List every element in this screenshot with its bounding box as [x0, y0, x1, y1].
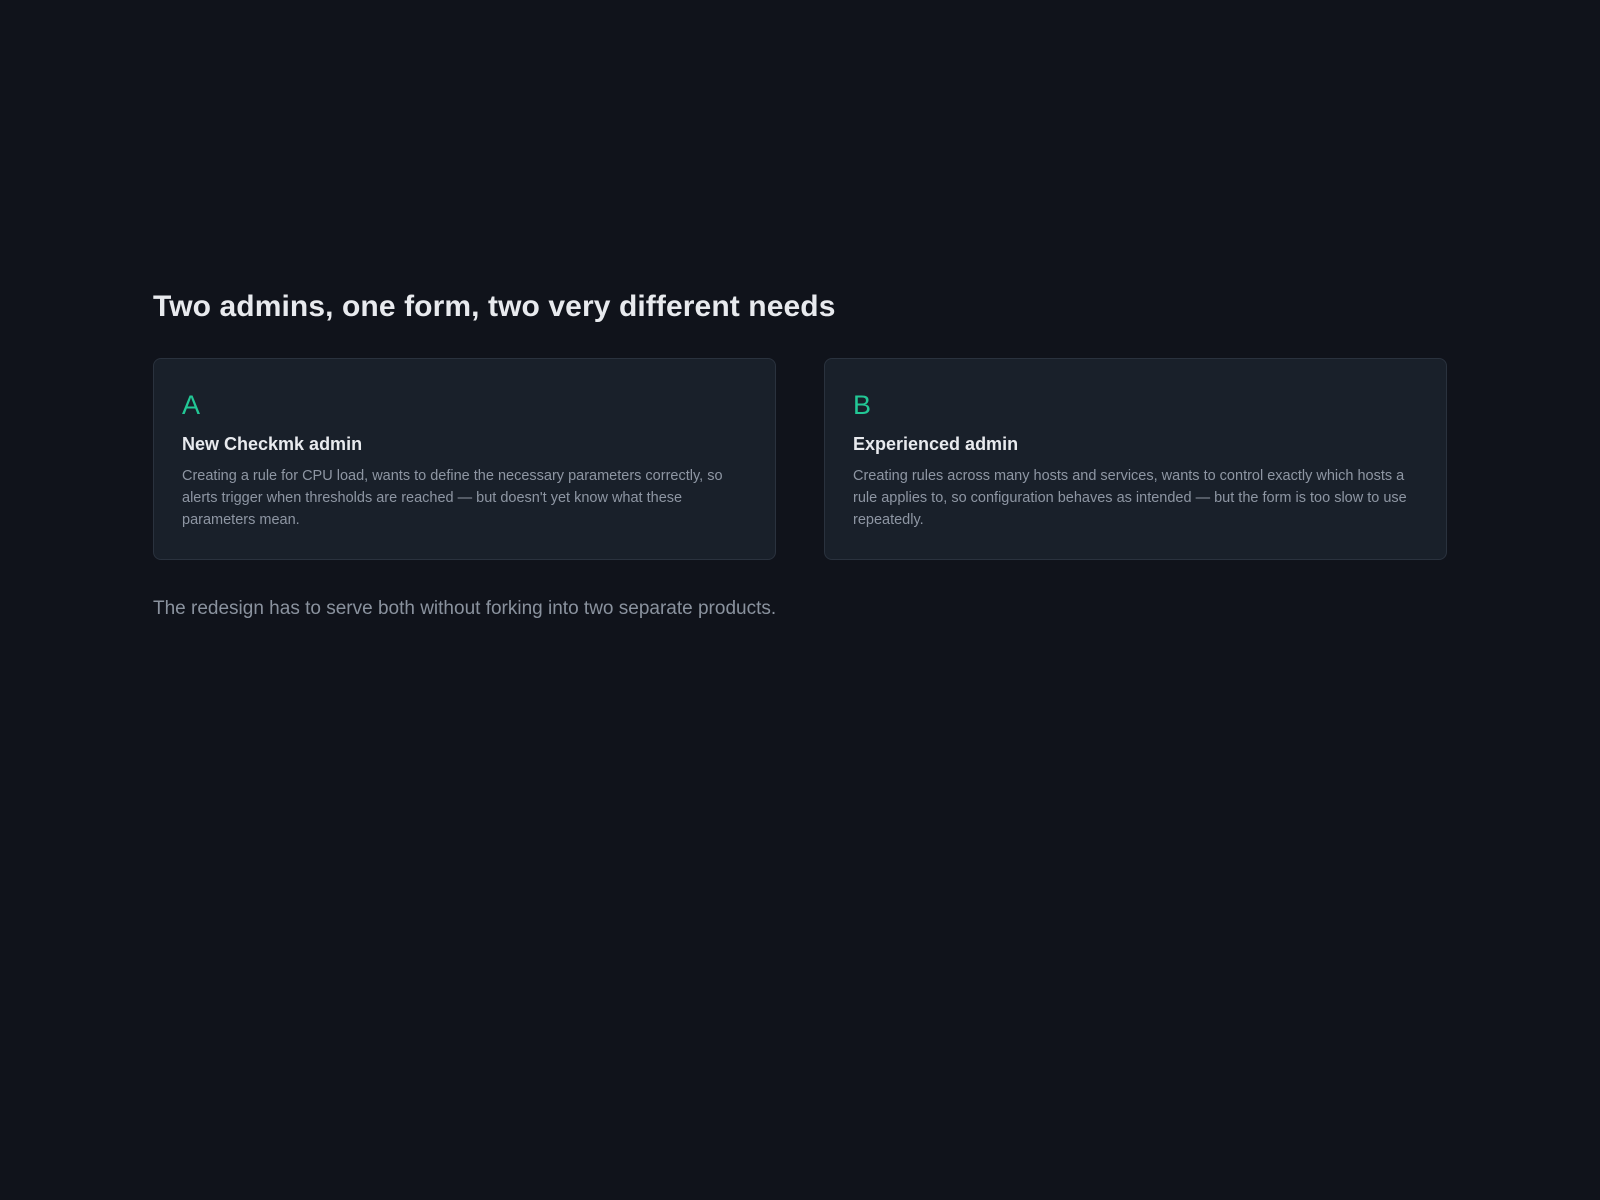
persona-card-b: B Experienced admin Creating rules acros… [824, 358, 1447, 560]
slide-content: Two admins, one form, two very different… [153, 288, 1447, 622]
persona-card-a: A New Checkmk admin Creating a rule for … [153, 358, 776, 560]
persona-title: New Checkmk admin [182, 434, 363, 454]
persona-letter: B [853, 390, 872, 420]
page-title: Two admins, one form, two very different… [153, 290, 836, 323]
persona-cards: A New Checkmk admin Creating a rule for … [153, 358, 1447, 560]
persona-title: Experienced admin [853, 434, 1019, 454]
summary-note: The redesign has to serve both without f… [153, 598, 777, 619]
persona-letter: A [182, 390, 201, 420]
persona-description: Creating a rule for CPU load, wants to d… [182, 468, 723, 528]
persona-description: Creating rules across many hosts and ser… [853, 468, 1407, 528]
